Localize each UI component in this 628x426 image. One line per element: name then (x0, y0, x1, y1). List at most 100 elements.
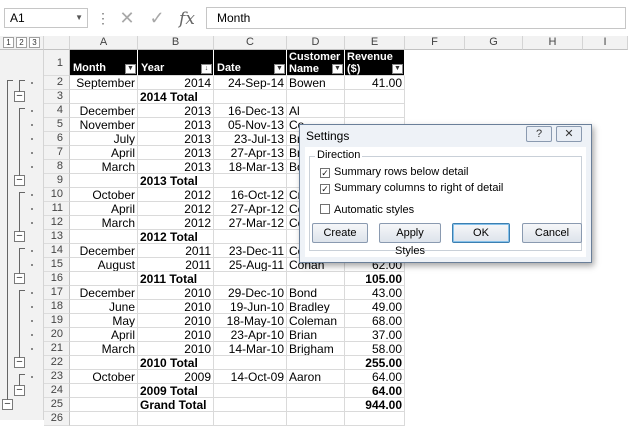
summary-columns-right-checkbox[interactable]: ✓ (320, 184, 330, 194)
row-number[interactable]: 23 (44, 370, 70, 384)
cell-b[interactable]: 2012 (138, 188, 214, 202)
row-number[interactable]: 19 (44, 314, 70, 328)
cell-d[interactable] (287, 90, 345, 104)
cell-c[interactable]: 18-May-10 (214, 314, 287, 328)
cell-a[interactable]: March (70, 216, 138, 230)
cell-a[interactable] (70, 174, 138, 188)
cell-d[interactable]: Al (287, 104, 345, 118)
cell-d[interactable]: Aaron (287, 370, 345, 384)
collapse-minus-icon[interactable]: − (14, 273, 25, 284)
cell-d[interactable] (287, 384, 345, 398)
cell-d[interactable]: Brian (287, 328, 345, 342)
row-number[interactable]: 21 (44, 342, 70, 356)
cell-a[interactable] (70, 384, 138, 398)
row-number[interactable]: 2 (44, 76, 70, 90)
cell-c[interactable]: 16-Dec-13 (214, 104, 287, 118)
cell-c[interactable]: 27-Mar-12 (214, 216, 287, 230)
row-number[interactable]: 6 (44, 132, 70, 146)
row-number[interactable]: 17 (44, 286, 70, 300)
cell-d[interactable] (287, 356, 345, 370)
cell-b[interactable]: 2013 (138, 132, 214, 146)
column-header-b[interactable]: B (138, 36, 214, 50)
more-icon[interactable]: ⋮ (96, 8, 110, 28)
row-number[interactable]: 22 (44, 356, 70, 370)
cell-c[interactable]: 14-Oct-09 (214, 370, 287, 384)
collapse-minus-icon[interactable]: − (14, 357, 25, 368)
cell-a[interactable]: December (70, 286, 138, 300)
row-number[interactable]: 12 (44, 216, 70, 230)
cell-b[interactable]: 2013 Total (138, 174, 214, 188)
row-number[interactable]: 4 (44, 104, 70, 118)
cell-c[interactable]: 27-Apr-13 (214, 146, 287, 160)
cell-a[interactable] (70, 90, 138, 104)
cancel-button[interactable]: Cancel (522, 223, 582, 243)
cell-b[interactable]: 2012 (138, 202, 214, 216)
cell-c[interactable]: 27-Apr-12 (214, 202, 287, 216)
row-number[interactable]: 9 (44, 174, 70, 188)
cell-b[interactable]: 2014 (138, 76, 214, 90)
cell-a[interactable] (70, 412, 138, 426)
row-number[interactable]: 10 (44, 188, 70, 202)
cell-e[interactable]: 37.00 (345, 328, 405, 342)
column-header-f[interactable]: F (405, 36, 465, 50)
cell-c[interactable] (214, 90, 287, 104)
cell-a[interactable]: April (70, 328, 138, 342)
cell-e[interactable]: 41.00 (345, 76, 405, 90)
sort-filter-icon[interactable]: ↓ (201, 64, 212, 74)
cell-a[interactable]: October (70, 370, 138, 384)
collapse-minus-icon[interactable]: − (14, 91, 25, 102)
outline-level-1-button[interactable]: 1 (3, 37, 14, 48)
column-header-g[interactable]: G (465, 36, 523, 50)
header-cell-date[interactable]: Date ▼ (214, 50, 287, 76)
row-number[interactable]: 3 (44, 90, 70, 104)
column-header-i[interactable]: I (583, 36, 628, 50)
cell-c[interactable] (214, 412, 287, 426)
cell-a[interactable] (70, 398, 138, 412)
chevron-down-icon[interactable]: ▼ (75, 9, 83, 27)
function-icon[interactable]: fx (176, 6, 198, 30)
outline-level-3-button[interactable]: 3 (29, 37, 40, 48)
cell-b[interactable]: 2010 (138, 286, 214, 300)
cell-b[interactable]: 2009 Total (138, 384, 214, 398)
cell-b[interactable]: 2011 (138, 244, 214, 258)
row-number[interactable]: 7 (44, 146, 70, 160)
collapse-minus-icon[interactable]: − (14, 385, 25, 396)
outline-level-2-button[interactable]: 2 (16, 37, 27, 48)
cell-e[interactable]: 64.00 (345, 370, 405, 384)
cell-e[interactable]: 49.00 (345, 300, 405, 314)
cell-c[interactable]: 23-Apr-10 (214, 328, 287, 342)
cell-a[interactable]: November (70, 118, 138, 132)
cell-e[interactable]: 105.00 (345, 272, 405, 286)
cell-c[interactable]: 16-Oct-12 (214, 188, 287, 202)
cell-a[interactable]: December (70, 244, 138, 258)
collapse-minus-icon[interactable]: − (2, 399, 13, 410)
cell-b[interactable]: 2012 (138, 216, 214, 230)
row-number[interactable]: 11 (44, 202, 70, 216)
cell-e[interactable]: 64.00 (345, 384, 405, 398)
collapse-minus-icon[interactable]: − (14, 231, 25, 242)
cell-c[interactable] (214, 398, 287, 412)
cell-c[interactable]: 14-Mar-10 (214, 342, 287, 356)
filter-dropdown-icon[interactable]: ▼ (125, 64, 136, 74)
cell-b[interactable]: 2013 (138, 146, 214, 160)
cell-b[interactable]: 2014 Total (138, 90, 214, 104)
cell-e[interactable]: 43.00 (345, 286, 405, 300)
cell-a[interactable]: June (70, 300, 138, 314)
cell-a[interactable]: March (70, 160, 138, 174)
enter-icon[interactable]: ✓ (146, 6, 168, 30)
cell-c[interactable]: 24-Sep-14 (214, 76, 287, 90)
create-button[interactable]: Create (312, 223, 368, 243)
row-number[interactable]: 26 (44, 412, 70, 426)
cell-c[interactable] (214, 230, 287, 244)
cell-b[interactable]: 2013 (138, 160, 214, 174)
cell-e[interactable]: 944.00 (345, 398, 405, 412)
row-number[interactable]: 13 (44, 230, 70, 244)
row-number[interactable]: 16 (44, 272, 70, 286)
cell-b[interactable]: 2013 (138, 104, 214, 118)
cell-c[interactable]: 18-Mar-13 (214, 160, 287, 174)
header-cell-revenue[interactable]: Revenue ($) ▼ (345, 50, 405, 76)
cell-b[interactable]: Grand Total (138, 398, 214, 412)
cell-a[interactable]: April (70, 146, 138, 160)
cancel-icon[interactable]: ✕ (116, 6, 138, 30)
row-number[interactable]: 15 (44, 258, 70, 272)
